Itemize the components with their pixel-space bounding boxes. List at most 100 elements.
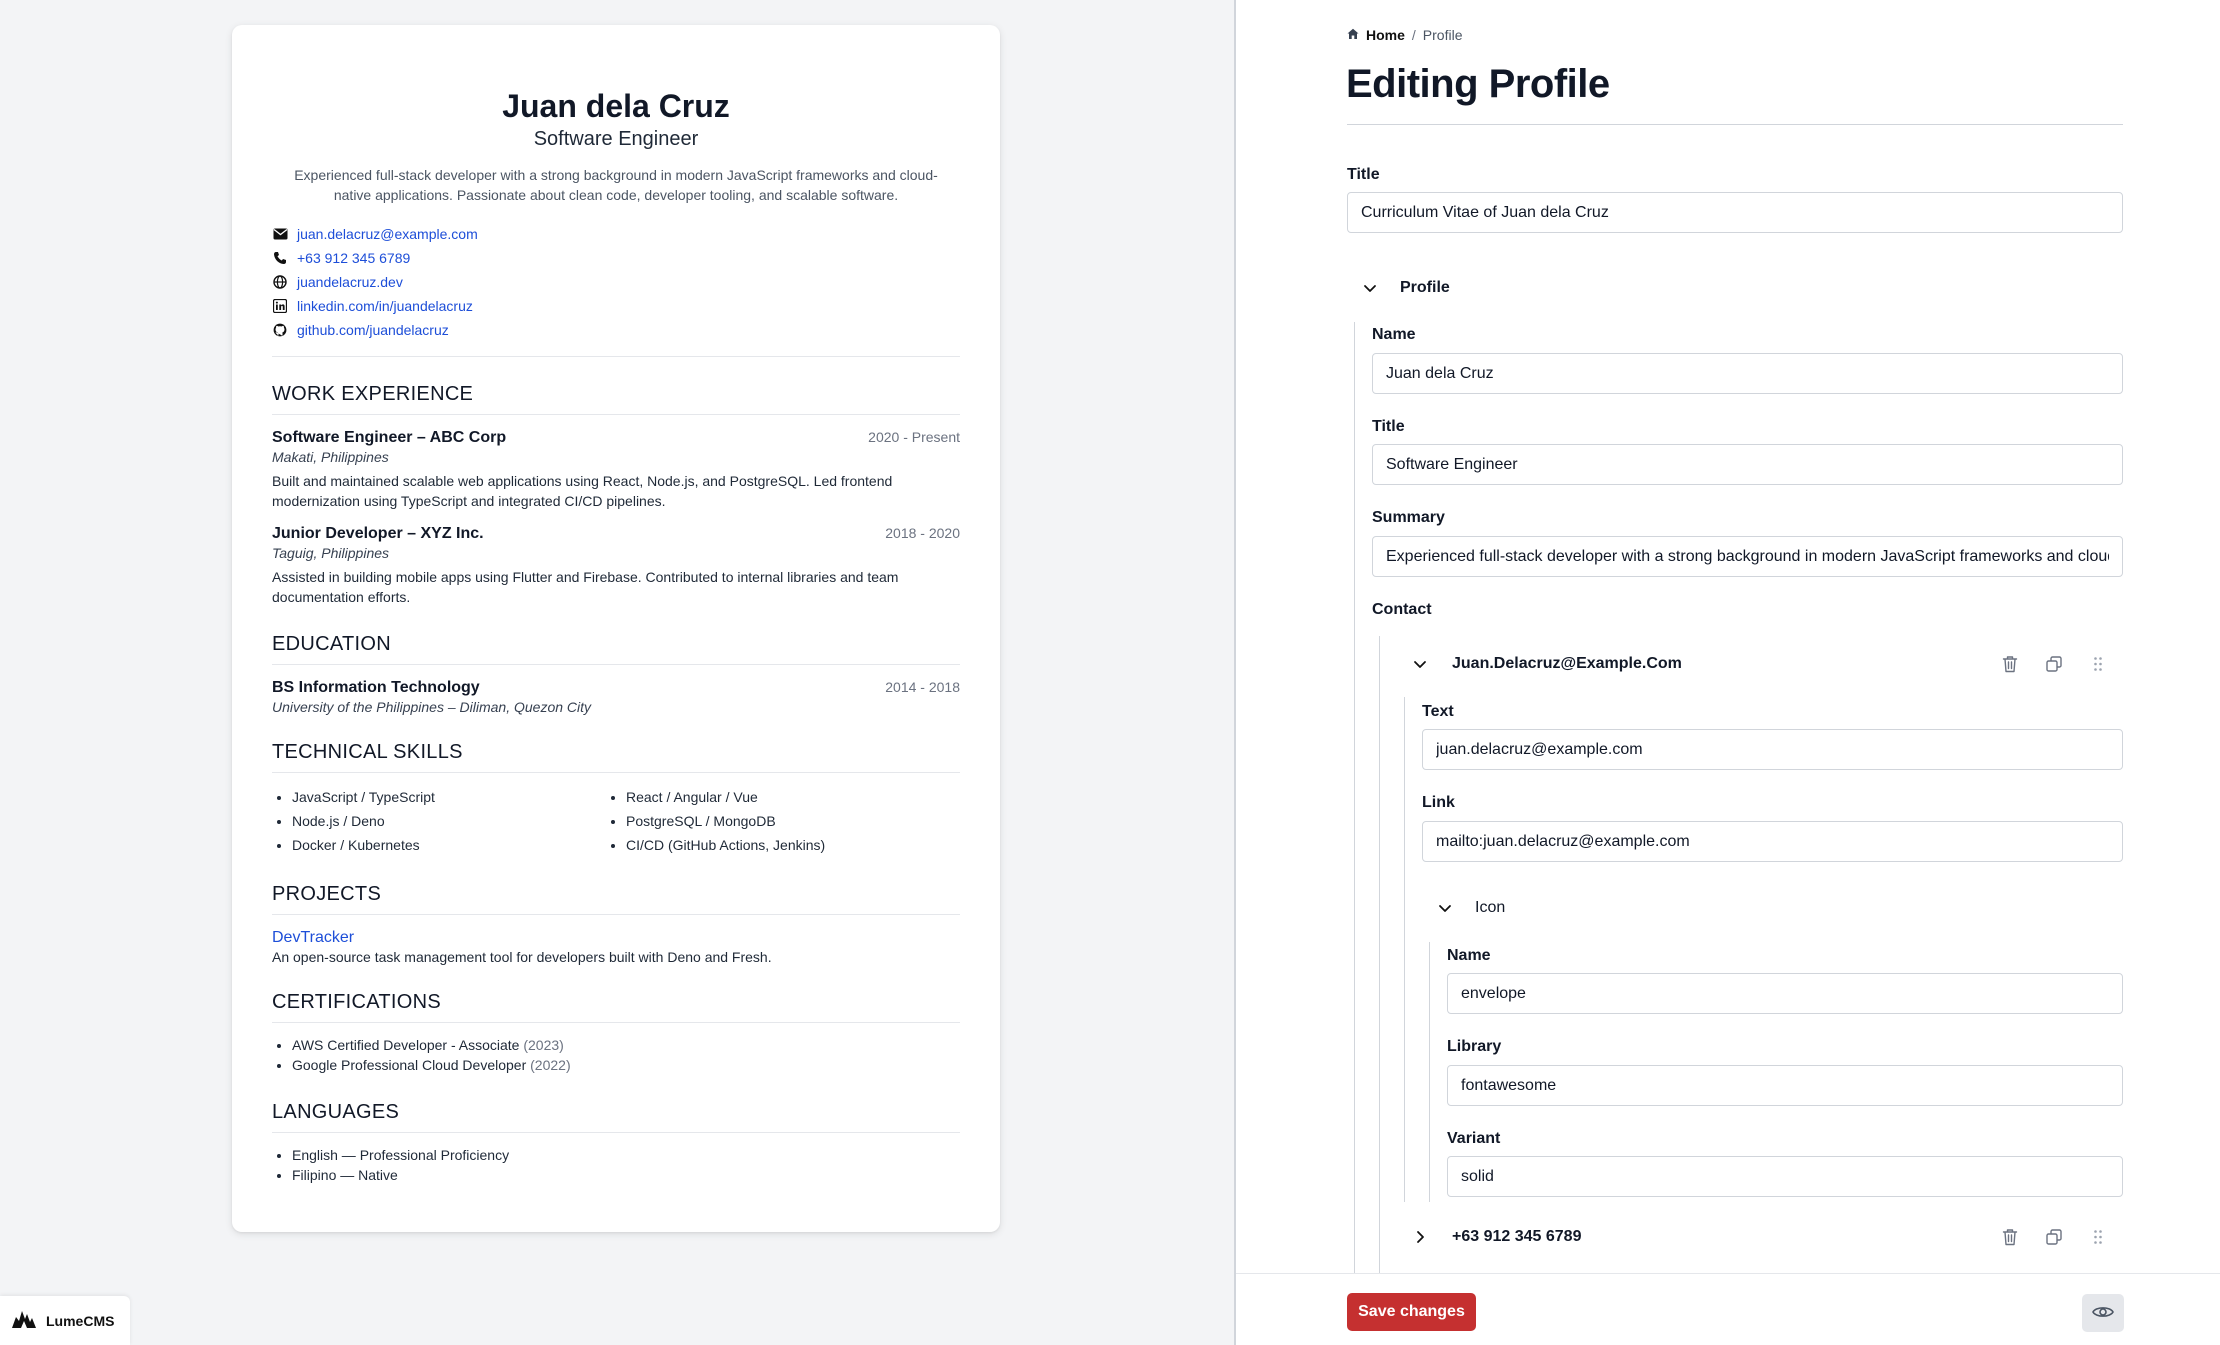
cert-name: AWS Certified Developer - Associate bbox=[292, 1037, 520, 1054]
editor-footer: Save changes bbox=[1236, 1273, 2220, 1345]
job-entry: Software Engineer – ABC Corp 2020 - Pres… bbox=[272, 429, 960, 511]
brand-name: LumeCMS bbox=[46, 1312, 115, 1329]
school: University of the Philippines – Diliman,… bbox=[272, 699, 592, 716]
job-title: Software Engineer – ABC Corp bbox=[272, 429, 507, 447]
job-date: 2018 - 2020 bbox=[885, 525, 960, 542]
education-entry: BS Information Technology 2014 - 2018 Un… bbox=[272, 679, 960, 715]
breadcrumb-separator: / bbox=[1411, 27, 1416, 43]
job-location: Makati, Philippines bbox=[272, 449, 389, 466]
editor-pane: Home / Profile Editing Profile Title Pro… bbox=[1236, 0, 2220, 1345]
skill-item: Node.js / Deno bbox=[292, 809, 626, 833]
language-item: Filipino — Native bbox=[292, 1165, 960, 1185]
contact-phone: +63 912 345 6789 bbox=[272, 246, 960, 270]
cert-year: (2022) bbox=[530, 1057, 571, 1074]
project-name-link[interactable]: DevTracker bbox=[272, 929, 960, 947]
breadcrumb-current: Profile bbox=[1422, 27, 1463, 43]
contact-website-link[interactable]: juandelacruz.dev bbox=[297, 274, 403, 290]
certifications-heading: CERTIFICATIONS bbox=[272, 991, 960, 1024]
contact-link-input[interactable] bbox=[1422, 821, 2123, 862]
job-date: 2020 - Present bbox=[868, 429, 960, 446]
summary-input[interactable] bbox=[1372, 536, 2123, 577]
chevron-down-icon[interactable] bbox=[1410, 654, 1430, 674]
icon-name-label: Name bbox=[1447, 947, 1491, 964]
eye-icon bbox=[2092, 1305, 2114, 1322]
phone-icon bbox=[272, 250, 288, 266]
profile-group-label: Profile bbox=[1400, 279, 1450, 296]
icon-library-input[interactable] bbox=[1447, 1065, 2123, 1106]
role-input[interactable] bbox=[1372, 444, 2123, 485]
contact-item-guide bbox=[1404, 697, 1405, 1202]
duplicate-icon[interactable] bbox=[2043, 653, 2065, 675]
contact-field-label: Contact bbox=[1372, 601, 1432, 618]
resume-name: Juan dela Cruz bbox=[502, 88, 730, 124]
title-input[interactable] bbox=[1347, 192, 2123, 233]
education-date: 2014 - 2018 bbox=[885, 679, 960, 696]
cert-name: Google Professional Cloud Developer bbox=[292, 1057, 527, 1074]
page-title: Editing Profile bbox=[1346, 62, 1610, 106]
text-field-label: Text bbox=[1422, 703, 1454, 720]
role-field-label: Title bbox=[1372, 418, 1405, 435]
contact-item-title: +63 912 345 6789 bbox=[1452, 1228, 1582, 1245]
skills-heading: TECHNICAL SKILLS bbox=[272, 741, 960, 774]
contact-linkedin-link[interactable]: linkedin.com/in/juandelacruz bbox=[297, 298, 473, 314]
contact-item-title: Juan.Delacruz@Example.Com bbox=[1452, 655, 1682, 672]
projects-section: PROJECTS DevTracker An open-source task … bbox=[272, 883, 960, 965]
delete-icon[interactable] bbox=[1999, 653, 2021, 675]
cert-year: (2023) bbox=[523, 1037, 564, 1054]
degree: BS Information Technology bbox=[272, 679, 480, 697]
job-entry: Junior Developer – XYZ Inc. 2018 - 2020 … bbox=[272, 525, 960, 607]
languages-list: English — Professional Proficiency Filip… bbox=[272, 1145, 960, 1185]
save-changes-button[interactable]: Save changes bbox=[1347, 1293, 1476, 1331]
icon-group-guide bbox=[1429, 942, 1430, 1202]
profile-group-guide bbox=[1354, 322, 1355, 1273]
certifications-list: AWS Certified Developer - Associate (202… bbox=[272, 1035, 960, 1075]
resume-contacts: juan.delacruz@example.com +63 912 345 67… bbox=[272, 222, 960, 342]
name-input[interactable] bbox=[1372, 353, 2123, 394]
drag-handle-icon[interactable] bbox=[2087, 1226, 2109, 1248]
contact-item-header[interactable]: Juan.Delacruz@Example.Com bbox=[1410, 654, 1682, 674]
duplicate-icon[interactable] bbox=[2043, 1226, 2065, 1248]
chevron-right-icon[interactable] bbox=[1410, 1227, 1430, 1247]
job-location: Taguig, Philippines bbox=[272, 545, 390, 562]
icon-group-header[interactable]: Icon bbox=[1435, 898, 1505, 918]
preview-pane: Juan dela Cruz Software Engineer Experie… bbox=[0, 0, 1234, 1345]
delete-icon[interactable] bbox=[1999, 1226, 2021, 1248]
education-heading: EDUCATION bbox=[272, 633, 960, 666]
home-icon[interactable] bbox=[1347, 27, 1359, 43]
icon-variant-label: Variant bbox=[1447, 1130, 1501, 1147]
contact-phone-link[interactable]: +63 912 345 6789 bbox=[297, 250, 410, 266]
certifications-section: CERTIFICATIONS AWS Certified Developer -… bbox=[272, 991, 960, 1075]
contact-github: github.com/juandelacruz bbox=[272, 318, 960, 342]
name-field-label: Name bbox=[1372, 326, 1416, 343]
contact-linkedin: linkedin.com/in/juandelacruz bbox=[272, 294, 960, 318]
breadcrumb-home[interactable]: Home bbox=[1366, 27, 1405, 43]
languages-heading: LANGUAGES bbox=[272, 1101, 960, 1134]
drag-handle-icon[interactable] bbox=[2087, 653, 2109, 675]
lumecms-brand[interactable]: LumeCMS bbox=[0, 1296, 130, 1345]
icon-variant-input[interactable] bbox=[1447, 1156, 2123, 1197]
profile-group-header[interactable]: Profile bbox=[1360, 278, 1450, 298]
chevron-down-icon[interactable] bbox=[1360, 278, 1380, 298]
contact-email-link[interactable]: juan.delacruz@example.com bbox=[297, 226, 478, 242]
contact-list-guide bbox=[1379, 636, 1380, 1273]
breadcrumb: Home / Profile bbox=[1347, 27, 1462, 43]
contact-item-header[interactable]: +63 912 345 6789 bbox=[1410, 1227, 1581, 1247]
cert-item: AWS Certified Developer - Associate (202… bbox=[292, 1035, 960, 1055]
job-title: Junior Developer – XYZ Inc. bbox=[272, 525, 484, 543]
contact-text-input[interactable] bbox=[1422, 729, 2123, 770]
job-description: Assisted in building mobile apps using F… bbox=[272, 569, 899, 606]
summary-field-label: Summary bbox=[1372, 509, 1445, 526]
work-section: WORK EXPERIENCE Software Engineer – ABC … bbox=[272, 383, 960, 607]
chevron-down-icon[interactable] bbox=[1435, 898, 1455, 918]
contact-github-link[interactable]: github.com/juandelacruz bbox=[297, 322, 449, 338]
icon-name-input[interactable] bbox=[1447, 973, 2123, 1014]
preview-toggle-button[interactable] bbox=[2082, 1294, 2124, 1332]
cert-item: Google Professional Cloud Developer (202… bbox=[292, 1055, 960, 1075]
education-section: EDUCATION BS Information Technology 2014… bbox=[272, 633, 960, 715]
languages-section: LANGUAGES English — Professional Profici… bbox=[272, 1101, 960, 1185]
icon-group-label: Icon bbox=[1475, 899, 1506, 916]
envelope-icon bbox=[272, 226, 288, 242]
contact-email: juan.delacruz@example.com bbox=[272, 222, 960, 246]
skill-item: Docker / Kubernetes bbox=[292, 833, 626, 857]
skill-item: CI/CD (GitHub Actions, Jenkins) bbox=[626, 833, 960, 857]
